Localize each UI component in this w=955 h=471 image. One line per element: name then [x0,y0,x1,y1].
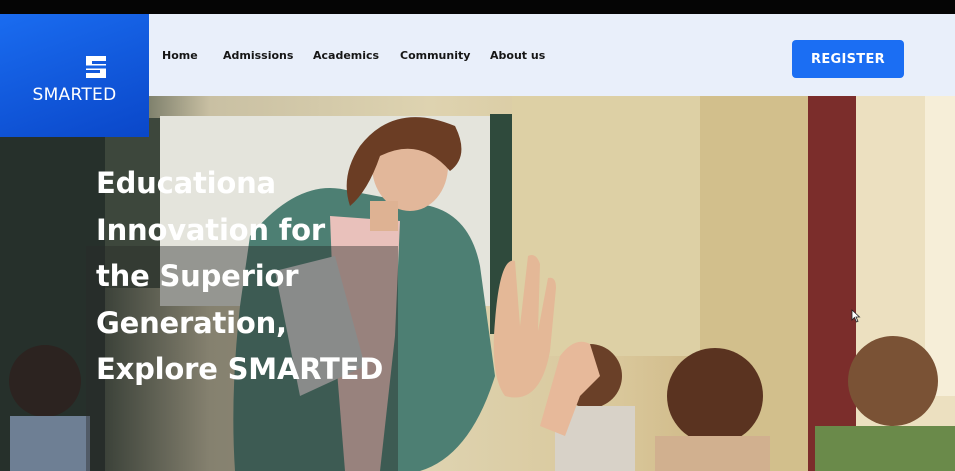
hero-headline-line: Educationa [96,166,276,200]
window-top-bar [0,0,955,14]
hero-headline-line: Explore SMARTED [96,352,384,386]
nav-item-about-us[interactable]: About us [490,49,545,62]
nav-item-community[interactable]: Community [400,49,470,62]
nav-item-home[interactable]: Home [162,49,198,62]
s-logo-icon [86,56,106,78]
brand-name: SMARTED [32,85,117,105]
brand-logo[interactable]: SMARTED [0,14,149,137]
hero-headline-line: the Superior [96,259,299,293]
mouse-pointer-icon [851,309,861,323]
hero-headline-line: Generation, [96,305,287,340]
nav-item-academics[interactable]: Academics [313,49,379,62]
hero-headline-line: Innovation for [96,212,325,247]
nav-item-admissions[interactable]: Admissions [223,49,293,62]
hero-headline: Educationa Innovation for the Superior G… [96,160,436,393]
register-button[interactable]: REGISTER [792,40,904,78]
